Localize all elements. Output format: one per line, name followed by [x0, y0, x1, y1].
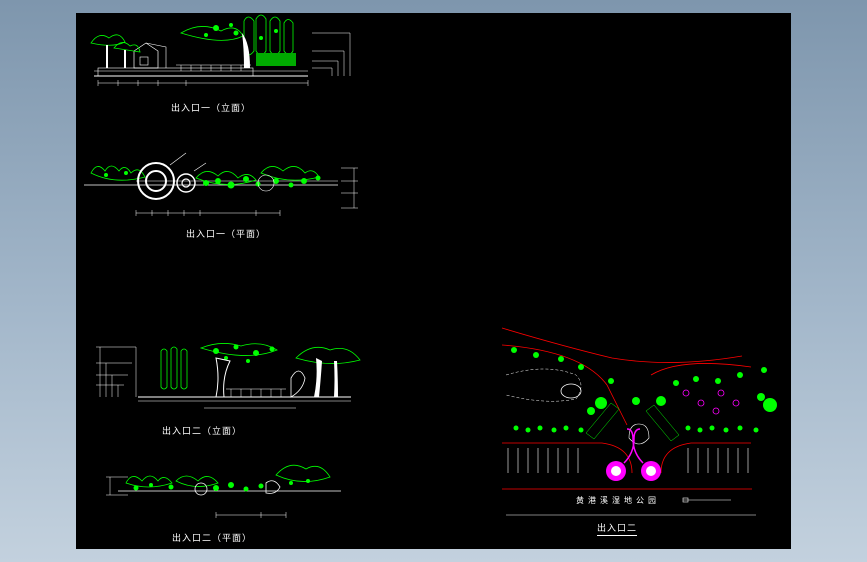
entrance-2-elevation [96, 343, 361, 409]
caption-entrance-2-site: 出入口二 [597, 521, 638, 536]
caption-entrance-2-elevation: 出入口二（立面） [162, 427, 243, 437]
cad-drawing-sheet: 出入口一（立面） 出入口一（平面） 出入口二（立面） 出入口二（平面） 出入口二… [76, 13, 791, 549]
entrance-1-plan [84, 152, 358, 216]
entrance-2-plan [106, 464, 341, 518]
caption-entrance-1-plan: 出入口一（平面） [186, 230, 267, 240]
cad-linework [84, 14, 777, 518]
caption-entrance-1-elevation: 出入口一（立面） [171, 104, 252, 114]
park-name-plaque: 黄港溪湿地公园 [576, 496, 660, 505]
caption-entrance-2-plan: 出入口二（平面） [172, 534, 253, 544]
entrance-1-elevation [90, 14, 351, 86]
entrance-2-site-plan [501, 327, 777, 516]
